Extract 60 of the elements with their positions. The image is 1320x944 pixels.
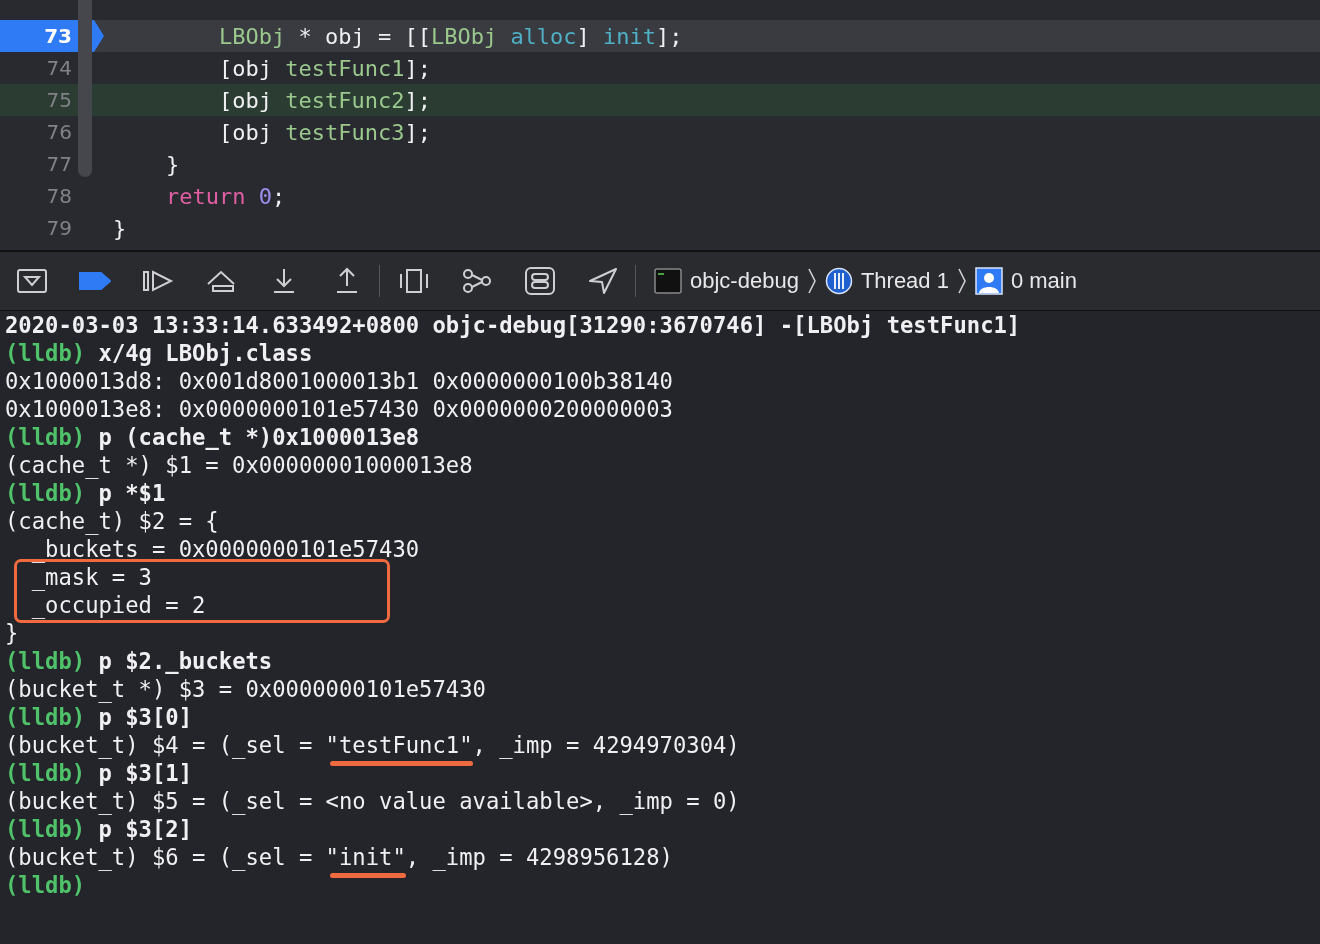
view-hierarchy-icon[interactable] [398,267,430,295]
breadcrumb-item[interactable]: objc-debug [690,268,799,294]
line-number: 74 [45,56,72,80]
console-text: p $3[2] [98,816,193,842]
console-text: _occupied = 2 [30,592,206,618]
line-number: 77 [45,152,72,176]
lldb-prompt: (lldb) [5,704,86,730]
console-text: (bucket_t *) $3 = 0x0000000101e57430 [5,676,486,702]
line-number: 73 [43,24,72,48]
console-text: p (cache_t *)0x1000013e8 [98,424,420,450]
lldb-prompt: (lldb) [5,872,86,898]
hide-console-icon[interactable] [16,267,48,295]
code-line: } [113,215,127,241]
lldb-prompt: (lldb) [5,760,86,786]
line-number: 78 [45,184,72,208]
code-line: } [164,151,180,177]
console-text: p $2._buckets [98,648,273,674]
chevron-icon [806,268,817,294]
memory-graph-icon[interactable] [461,267,493,295]
console-text: 2020-03-03 13:33:14.633492+0800 objc-debug[31290:3670746] -[LBObj testFunc1] [5,312,1021,338]
lldb-prompt: (lldb) [5,648,86,674]
console-text: (bucket_t) $5 = (_sel = <no value available>, _imp = 0) [5,788,740,814]
lldb-prompt: (lldb) [5,480,86,506]
console-text: x/4g LBObj.class [98,340,313,366]
toggles-icon[interactable] [524,267,556,295]
console-text: (bucket_t) $4 = (_sel = [5,732,314,758]
console-text: p *$1 [98,480,166,506]
code-line: LBObj * obj = [[LBObj alloc] init]; [217,23,683,49]
console-text: } [5,620,19,646]
scrollbar-thumb[interactable] [78,0,92,177]
console-text: _buckets = 0x0000000101e57430 [30,536,420,562]
console-text: 0x1000013e8: 0x0000000101e57430 0x0000000200000003 [5,396,673,422]
console-text: p $3[1] [98,760,193,786]
breadcrumb-item[interactable]: Thread 1 [860,268,949,294]
breadcrumb-item[interactable]: 0 main [1010,268,1077,294]
line-number: 76 [45,120,72,144]
thread-icon [824,267,853,295]
terminal-icon [654,267,682,295]
console-text: (cache_t) $2 = { [5,508,219,534]
console-text: (cache_t *) $1 = 0x00000001000013e8 [5,452,473,478]
console-text: p $3[0] [98,704,193,730]
lldb-prompt: (lldb) [5,816,86,842]
console-text: "testFunc1" [325,732,473,758]
chevron-icon [956,268,967,294]
console-text: (bucket_t) $6 = (_sel = [5,844,314,870]
console-text: , _imp = 4294970304) [472,732,740,758]
code-line: [obj testFunc1]; [217,55,431,81]
location-arrow-icon[interactable] [587,267,619,295]
code-line: [obj testFunc3]; [217,119,431,145]
console-text: "init" [325,844,406,870]
code-line: [obj testFunc2]; [217,87,431,113]
code-line: return 0; [164,183,286,209]
console-text: _mask = 3 [30,564,152,590]
line-number: 75 [45,88,72,112]
line-number: 79 [45,216,72,240]
console-text: 0x1000013d8: 0x001d8001000013b1 0x0000000100b38140 [5,368,673,394]
user-icon [974,267,1003,295]
console-text: , _imp = 4298956128) [405,844,673,870]
lldb-prompt: (lldb) [5,340,86,366]
lldb-prompt: (lldb) [5,424,86,450]
